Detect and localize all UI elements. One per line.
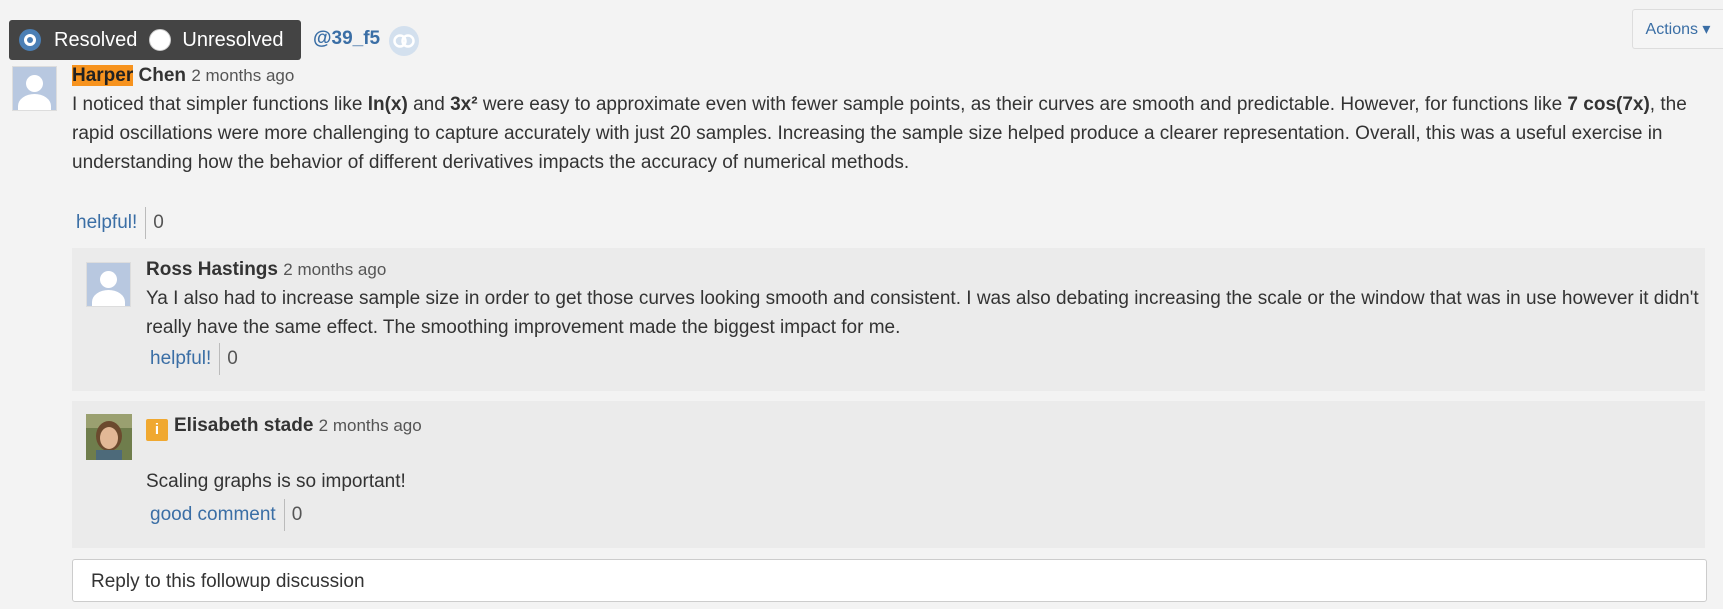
reply-text: Scaling graphs is so important! xyxy=(146,471,406,492)
resolved-label[interactable]: Resolved xyxy=(54,29,137,52)
post-text-bold: ln(x) xyxy=(367,94,408,115)
post-time: 2 months ago xyxy=(191,66,295,85)
post-text: and xyxy=(407,94,451,115)
reply-text: Ya I also had to increase sample size in… xyxy=(146,288,1699,338)
helpful-control: helpful! 0 xyxy=(150,343,238,375)
post-author-line: Harper Chen 2 months ago xyxy=(72,65,294,87)
instructor-badge-icon: i xyxy=(146,418,168,441)
reply-author-line: Ross Hastings 2 months ago xyxy=(146,259,386,281)
reply-author: Ross Hastings xyxy=(146,259,278,280)
post-body: I noticed that simpler functions like ln… xyxy=(72,90,1712,177)
helpful-count: 0 xyxy=(153,212,164,233)
author-first-name: Harper xyxy=(72,65,134,86)
unresolved-label[interactable]: Unresolved xyxy=(182,29,283,52)
avatar xyxy=(12,66,57,111)
reply-author: Elisabeth stade xyxy=(174,415,314,436)
helpful-button[interactable]: helpful! xyxy=(150,343,221,375)
reply-time: 2 months ago xyxy=(283,260,387,279)
reply-author-line: i Elisabeth stade 2 months ago xyxy=(146,415,422,441)
author-last-name: Chen xyxy=(138,65,187,86)
unresolved-radio[interactable] xyxy=(149,29,172,51)
post-text-bold: 3x² xyxy=(450,94,478,115)
reply-input[interactable]: Reply to this followup discussion xyxy=(72,559,1707,602)
good-comment-count: 0 xyxy=(291,504,303,525)
resolve-toggle: Resolved Unresolved xyxy=(9,20,301,60)
post-id-link[interactable]: @39_f5 xyxy=(313,28,380,50)
good-comment-control: good comment 0 xyxy=(150,499,302,531)
link-icon[interactable] xyxy=(389,26,419,56)
reply-time: 2 months ago xyxy=(318,416,422,435)
resolved-radio[interactable] xyxy=(19,29,41,51)
good-comment-button[interactable]: good comment xyxy=(150,499,285,531)
helpful-control: helpful! 0 xyxy=(76,207,164,239)
post-text-bold: 7 cos(7x) xyxy=(1567,94,1650,115)
helpful-count: 0 xyxy=(227,348,238,369)
avatar xyxy=(86,414,132,460)
helpful-button[interactable]: helpful! xyxy=(76,207,147,239)
post-text: I noticed that simpler functions like xyxy=(72,94,368,115)
actions-dropdown[interactable]: Actions ▾ xyxy=(1632,9,1723,49)
post-text: were easy to approximate even with fewer… xyxy=(477,94,1568,115)
avatar xyxy=(86,262,131,307)
